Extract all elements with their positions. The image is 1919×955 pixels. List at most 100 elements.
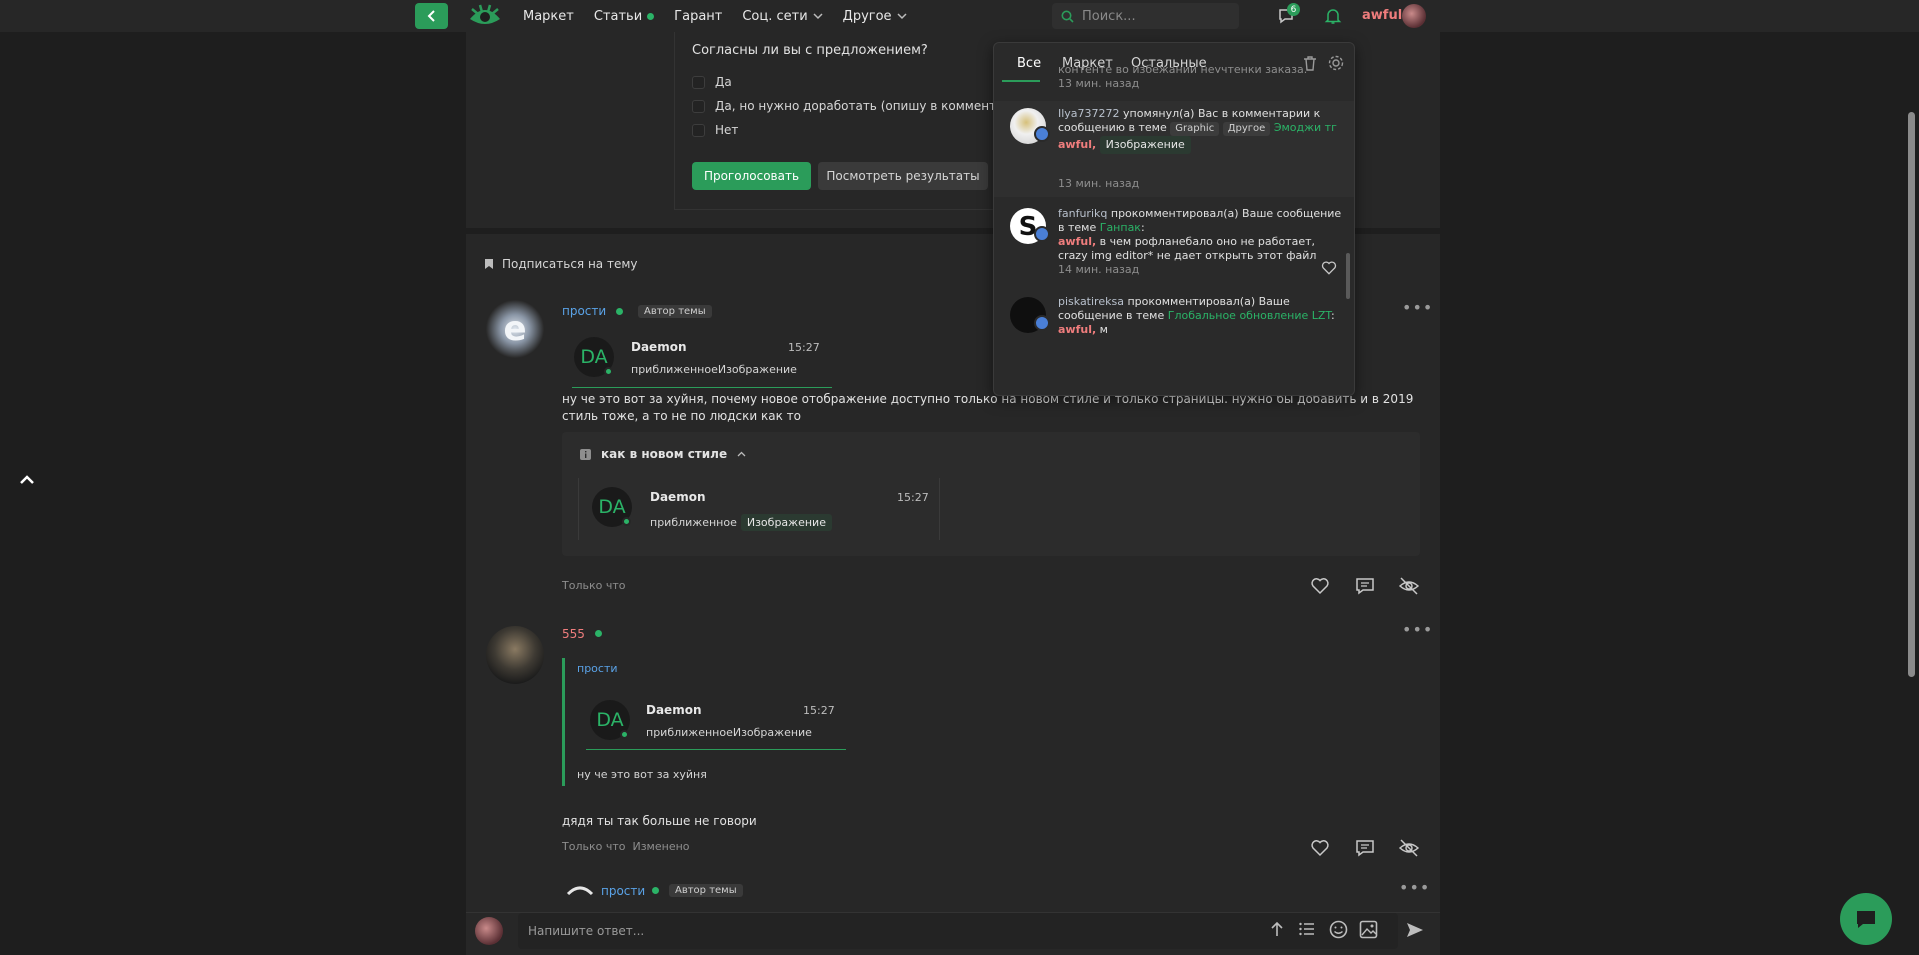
arrow-up-icon[interactable] xyxy=(1268,920,1286,938)
comment-badge-icon xyxy=(1034,315,1050,331)
nav-guarantor[interactable]: Гарант xyxy=(674,9,722,24)
nav-articles[interactable]: Статьи xyxy=(594,9,655,24)
view-results-button[interactable]: Посмотреть результаты xyxy=(818,162,988,190)
online-dot xyxy=(616,308,623,315)
svg-text:e: e xyxy=(503,309,526,349)
notification-text: Ilya737272 упомянул(а) Вас в комментарии… xyxy=(1058,107,1343,154)
vote-button[interactable]: Проголосовать xyxy=(692,162,811,190)
nav-social[interactable]: Соц. сети xyxy=(742,9,823,24)
quote-text: приближенноеИзображение xyxy=(646,726,812,739)
page-scrollbar[interactable] xyxy=(1908,112,1915,677)
search-input[interactable]: Поиск... xyxy=(1052,3,1239,29)
chevron-down-icon xyxy=(813,13,823,20)
image-chip[interactable]: Изображение xyxy=(740,514,832,531)
poll-option[interactable]: Нет xyxy=(692,123,738,137)
quote-time: 15:27 xyxy=(897,491,929,504)
heart-icon[interactable] xyxy=(1320,259,1338,277)
tab-all[interactable]: Все xyxy=(1017,56,1041,71)
author-badge: Автор темы xyxy=(669,884,743,897)
info-icon xyxy=(580,448,591,460)
back-button[interactable] xyxy=(415,3,448,29)
chat-fab-button[interactable] xyxy=(1840,893,1892,945)
checkbox[interactable] xyxy=(692,123,705,137)
post-menu-icon[interactable]: ••• xyxy=(1399,878,1430,897)
subscribe-button[interactable]: Подписаться на тему xyxy=(484,257,638,271)
reply-avatar xyxy=(475,917,503,945)
post-time: Только что xyxy=(562,579,626,592)
comment-icon[interactable] xyxy=(1354,837,1376,859)
comment-icon[interactable] xyxy=(1354,575,1376,597)
notifications-button[interactable] xyxy=(1321,4,1345,28)
reply-input[interactable]: Напишите ответ... xyxy=(518,913,1398,949)
tag[interactable]: Graphic xyxy=(1170,122,1220,136)
chevron-down-icon xyxy=(897,13,907,20)
hide-icon[interactable] xyxy=(1398,837,1420,859)
quote-author: Daemon xyxy=(631,340,687,354)
post-author[interactable]: прости xyxy=(562,304,606,318)
online-dot xyxy=(647,12,655,20)
spoiler-toggle[interactable]: как в новом стиле xyxy=(580,447,746,461)
notification-time: 13 мин. назад xyxy=(1058,177,1140,190)
popup-scrollbar[interactable] xyxy=(1346,253,1350,299)
emoji-icon[interactable] xyxy=(1329,920,1348,939)
hide-icon[interactable] xyxy=(1398,575,1420,597)
quote-text: приближенноеИзображение xyxy=(631,363,797,376)
quote-text: приближенное Изображение xyxy=(650,514,832,531)
quote-avatar: DA xyxy=(590,700,630,740)
heart-icon[interactable] xyxy=(1309,837,1331,859)
post-menu-icon[interactable]: ••• xyxy=(1402,620,1433,639)
post-avatar[interactable] xyxy=(566,880,594,896)
quote-avatar: DA xyxy=(592,487,632,527)
bell-icon xyxy=(1324,9,1342,24)
send-icon[interactable] xyxy=(1405,920,1425,940)
notification-time: 14 мин. назад xyxy=(1058,263,1140,276)
checkbox[interactable] xyxy=(692,75,705,89)
poll-option[interactable]: Да, но нужно доработать (опишу в коммент… xyxy=(692,99,1026,113)
notification-text: fanfurikq прокомментировал(а) Ваше сообщ… xyxy=(1058,207,1342,262)
online-dot xyxy=(595,630,602,637)
nav-other[interactable]: Другое xyxy=(843,9,907,24)
quote-bar xyxy=(562,658,565,786)
heart-icon[interactable] xyxy=(1309,575,1331,597)
notification-partial-text: контенте во избежании неучтенки заказа. xyxy=(1058,63,1308,73)
scroll-up-icon[interactable] xyxy=(17,470,37,490)
quote-time: 15:27 xyxy=(803,704,835,717)
poll-option[interactable]: Да xyxy=(692,75,732,89)
quote-author: Daemon xyxy=(650,490,706,504)
online-dot xyxy=(652,887,659,894)
tag[interactable]: Другое xyxy=(1222,122,1271,136)
quote-avatar: DA xyxy=(574,337,614,377)
notifications-popup: Все Маркет Остальные контенте во избежан… xyxy=(993,42,1355,396)
post-avatar[interactable] xyxy=(486,626,544,684)
edited-label[interactable]: Изменено xyxy=(632,840,689,853)
search-icon xyxy=(1061,10,1074,23)
messages-badge: 6 xyxy=(1287,3,1300,16)
post-menu-icon[interactable]: ••• xyxy=(1402,298,1433,317)
checkbox[interactable] xyxy=(692,99,705,113)
image-chip[interactable]: Изображение xyxy=(1099,136,1191,154)
chevron-left-icon xyxy=(427,10,435,22)
user-avatar[interactable] xyxy=(1402,4,1426,28)
post-author[interactable]: прости xyxy=(601,884,645,898)
bookmark-icon xyxy=(485,259,493,269)
comment-badge-icon xyxy=(1034,226,1050,242)
image-icon[interactable] xyxy=(1359,920,1378,939)
notification-text: piskatireksa прокомментировал(а) Ваше со… xyxy=(1058,295,1335,336)
post-avatar[interactable]: e xyxy=(486,300,544,358)
avatar-logo-icon: e xyxy=(503,309,526,349)
notification-time: 13 мин. назад xyxy=(1058,77,1140,90)
author-badge: Автор темы xyxy=(638,305,712,318)
post-author[interactable]: 555 xyxy=(562,627,585,641)
quoted-text: ну че это вот за хуйня xyxy=(577,768,707,781)
quote-author: Daemon xyxy=(646,703,702,717)
post-body: ну че это вот за хуйня, почему новое ото… xyxy=(562,392,1414,423)
site-logo-icon[interactable] xyxy=(468,3,502,29)
list-icon[interactable] xyxy=(1298,920,1316,938)
post-time: Только что Изменено xyxy=(562,840,690,853)
current-username[interactable]: awful xyxy=(1362,8,1402,23)
nav-market[interactable]: Маркет xyxy=(523,9,574,24)
quote-time: 15:27 xyxy=(788,341,820,354)
main-nav: Маркет Статьи Гарант Соц. сети Другое xyxy=(523,0,907,32)
quoted-user[interactable]: прости xyxy=(577,662,618,675)
chat-icon xyxy=(1857,911,1875,928)
